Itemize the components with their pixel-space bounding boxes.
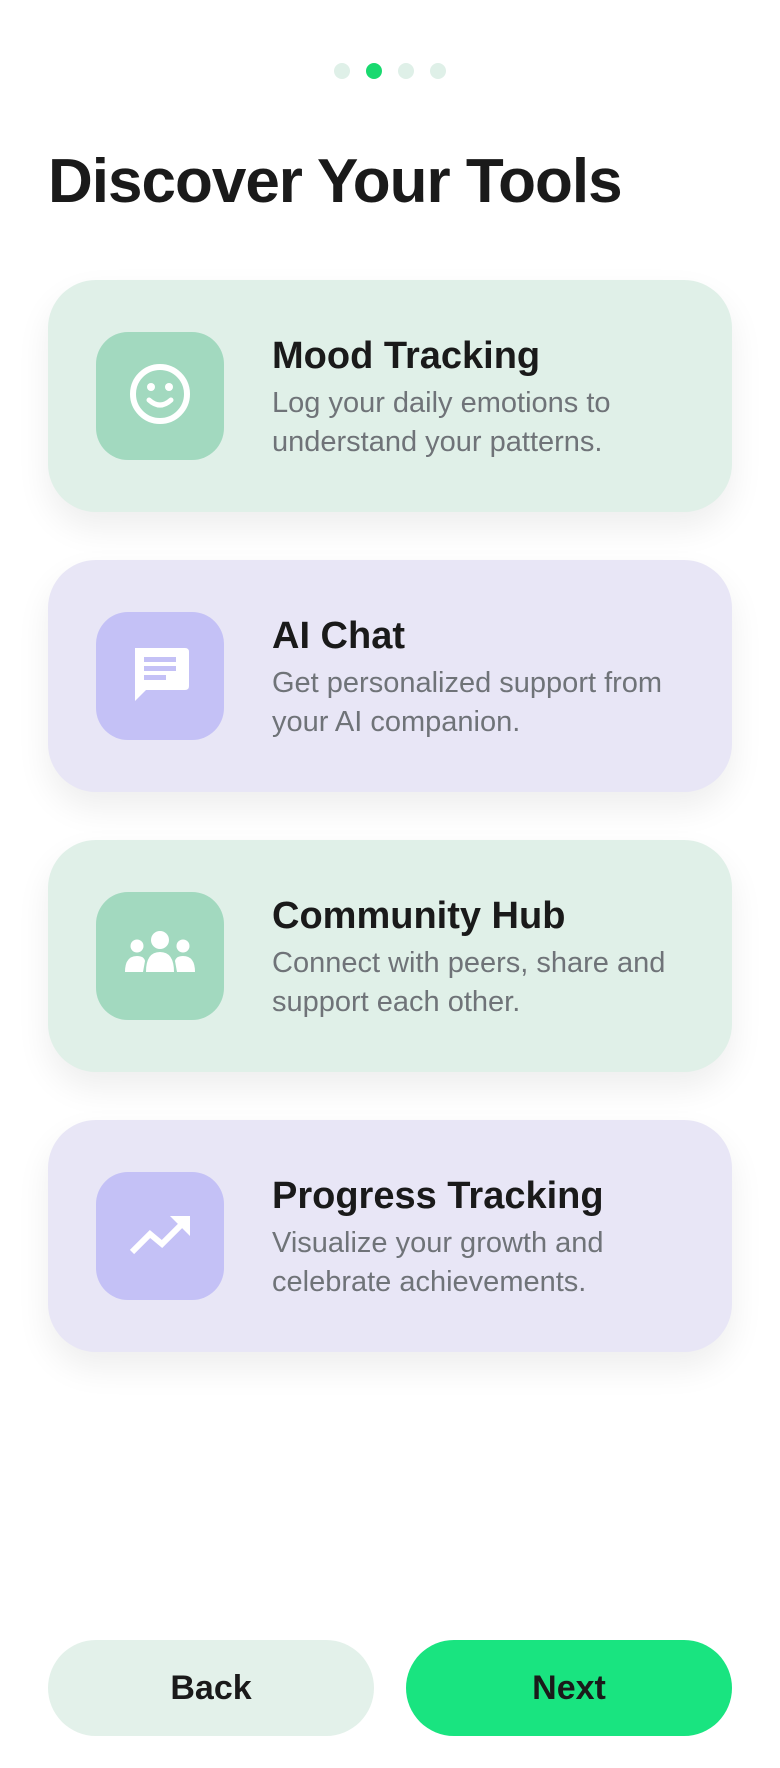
back-button[interactable]: Back [48, 1640, 374, 1736]
step-indicator [0, 63, 780, 79]
group-people-icon [122, 930, 198, 983]
feature-icon-tile [96, 892, 224, 1020]
feature-card-progress-tracking: Progress Tracking Visualize your growth … [48, 1120, 732, 1352]
feature-title: AI Chat [272, 615, 405, 657]
feature-card-community-hub: Community Hub Connect with peers, share … [48, 840, 732, 1072]
feature-title: Mood Tracking [272, 335, 541, 377]
step-dot-2-active [366, 63, 382, 79]
feature-card-mood-tracking: Mood Tracking Log your daily emotions to… [48, 280, 732, 512]
feature-description: Visualize your growth and celebrate achi… [272, 1227, 604, 1298]
smiley-face-icon [128, 362, 192, 431]
feature-icon-tile [96, 1172, 224, 1300]
step-dot-3 [398, 63, 414, 79]
next-button[interactable]: Next [406, 1640, 732, 1736]
feature-icon-tile [96, 612, 224, 740]
page-title: Discover Your Tools [48, 147, 623, 216]
feature-title: Progress Tracking [272, 1175, 604, 1217]
feature-icon-tile [96, 332, 224, 460]
chat-bubble-icon [128, 642, 192, 711]
feature-description: Log your daily emotions to understand yo… [272, 387, 611, 458]
feature-card-ai-chat: AI Chat Get personalized support from yo… [48, 560, 732, 792]
feature-description: Connect with peers, share and support ea… [272, 947, 666, 1018]
feature-description: Get personalized support from your AI co… [272, 667, 663, 738]
feature-list: Mood Tracking Log your daily emotions to… [48, 280, 732, 1400]
trending-up-icon [128, 1212, 192, 1261]
step-dot-4 [430, 63, 446, 79]
step-dot-1 [334, 63, 350, 79]
feature-title: Community Hub [272, 895, 566, 937]
